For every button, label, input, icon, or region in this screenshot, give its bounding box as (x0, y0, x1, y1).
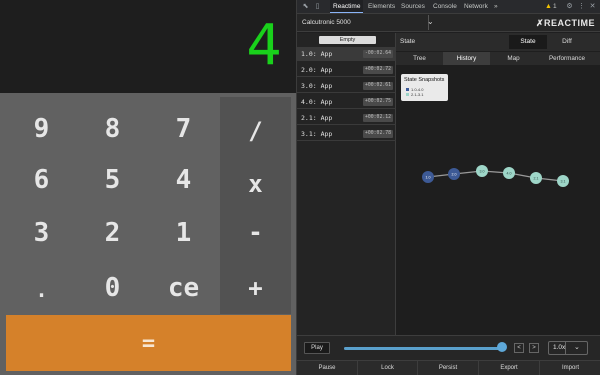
calculator-display: 4 (0, 0, 296, 93)
history-node[interactable]: 3.0 (476, 165, 488, 177)
pause-button[interactable]: Pause (297, 361, 358, 375)
history-node-label: 1.0 (426, 176, 431, 180)
snapshot-row[interactable]: 1.0: App -00:02.64 (297, 47, 396, 61)
slider-handle[interactable] (497, 342, 507, 352)
state-view-button[interactable]: State (509, 35, 547, 49)
legend-swatch (406, 93, 409, 96)
more-options-icon[interactable]: ⋮ (577, 2, 586, 11)
time-travel-bar: Play < > 1.0x ⌄ (297, 335, 600, 360)
key-0[interactable]: 0 (77, 252, 148, 324)
devtools-tab-bar: ⬉ ▯ Reactime Elements Sources Console Ne… (297, 0, 600, 14)
subtab-map[interactable]: Map (490, 52, 537, 65)
action-bar: Pause Lock Persist Export Import (297, 360, 600, 375)
settings-gear-icon[interactable]: ⚙ (565, 2, 574, 11)
chevron-down-icon[interactable]: ⌄ (574, 342, 580, 354)
tab-network[interactable]: Network (461, 0, 491, 13)
legend-label: 2.1-3.1 (411, 92, 424, 97)
snapshot-label: 1.0: App (301, 50, 333, 58)
snapshot-time: +00:02.61 (363, 82, 393, 90)
subtab-history[interactable]: History (443, 52, 490, 65)
snapshot-label: 3.1: App (301, 130, 333, 138)
snapshot-label: 2.1: App (301, 114, 333, 122)
snapshot-row[interactable]: 2.0: App +00:02.72 (297, 63, 396, 77)
state-snapshots-legend: State Snapshots 1.0-4.0 2.1-3.1 (401, 74, 448, 101)
legend-title: State Snapshots (404, 77, 445, 83)
history-node[interactable]: 3.1 (557, 175, 569, 187)
snapshot-label: 3.0: App (301, 82, 333, 90)
tab-reactime[interactable]: Reactime (330, 0, 364, 13)
snapshot-row[interactable]: 4.0: App +00:02.75 (297, 95, 396, 109)
snapshot-time: +00:02.78 (363, 130, 393, 138)
snapshot-time: +00:02.72 (363, 66, 393, 74)
app-select[interactable]: Calcutronic 5000 (301, 16, 441, 30)
persist-button[interactable]: Persist (418, 361, 479, 375)
snapshot-row[interactable]: 3.1: App +00:02.78 (297, 127, 396, 141)
more-tabs-button[interactable]: » (491, 0, 501, 13)
tab-elements[interactable]: Elements (365, 0, 398, 13)
history-graph: 1.0 2.0 3.0 4.0 2.1 3.1 (422, 165, 569, 187)
display-value: 4 (246, 13, 282, 78)
empty-button[interactable]: Empty (319, 36, 376, 44)
key-equals[interactable]: = (6, 315, 291, 371)
key-divide[interactable]: / (220, 97, 291, 165)
state-panel: State State Diff Tree History Map Perfor… (396, 33, 600, 335)
devtools-panel: ⬉ ▯ Reactime Elements Sources Console Ne… (296, 0, 600, 375)
key-multiply[interactable]: x (220, 165, 291, 202)
snapshot-list: Empty 1.0: App -00:02.64 2.0: App +00:02… (297, 33, 396, 335)
history-node-label: 2.1 (534, 177, 539, 181)
key-plus[interactable]: + (220, 262, 291, 314)
close-icon[interactable]: ✕ (588, 2, 597, 11)
state-title: State (400, 38, 416, 45)
history-node-label: 3.1 (561, 180, 566, 184)
snapshot-time: +00:02.75 (363, 98, 393, 106)
subtab-performance[interactable]: Performance (537, 52, 597, 65)
subtab-tree[interactable]: Tree (396, 52, 443, 65)
speed-divider (565, 342, 566, 354)
previous-step-button[interactable]: < (514, 343, 524, 353)
snapshot-row[interactable]: 2.1: App +00:02.12 (297, 111, 396, 125)
inspect-icon[interactable]: ⬉ (301, 2, 310, 11)
history-node[interactable]: 1.0 (422, 171, 434, 183)
lock-button[interactable]: Lock (358, 361, 418, 375)
reactime-header: Calcutronic 5000 ⌄ ✗REACTIME (297, 14, 600, 32)
snapshot-label: 4.0: App (301, 98, 333, 106)
logo-text: REACTIME (544, 18, 595, 28)
key-minus[interactable]: - (220, 202, 291, 262)
next-step-button[interactable]: > (529, 343, 539, 353)
history-node-label: 2.0 (452, 173, 457, 177)
logo-mark-icon: ✗ (535, 18, 544, 28)
history-node[interactable]: 2.0 (448, 168, 460, 180)
import-button[interactable]: Import (540, 361, 600, 375)
speed-select[interactable]: 1.0x (548, 341, 588, 355)
key-clear[interactable]: ce (148, 252, 219, 324)
device-toolbar-icon[interactable]: ▯ (313, 2, 322, 11)
export-button[interactable]: Export (479, 361, 540, 375)
state-bar: State State Diff (396, 33, 600, 51)
tab-console[interactable]: Console (430, 0, 460, 13)
state-subtabs: Tree History Map Performance (396, 52, 600, 65)
reactime-panel: Calcutronic 5000 ⌄ ✗REACTIME Empty 1.0: … (297, 14, 600, 375)
diff-view-button[interactable]: Diff (548, 35, 586, 49)
screen: 4 9 8 7 / 6 5 4 x 3 2 1 - . 0 ce + = ⬉ ▯… (0, 0, 600, 375)
snapshot-time: +00:02.12 (363, 114, 393, 122)
tab-sources[interactable]: Sources (398, 0, 428, 13)
legend-item: 2.1-3.1 (406, 92, 423, 97)
play-button[interactable]: Play (304, 342, 330, 354)
chevron-down-icon[interactable]: ⌄ (427, 17, 434, 27)
history-node[interactable]: 4.0 (503, 167, 515, 179)
time-slider[interactable] (344, 347, 502, 350)
snapshot-row[interactable]: 3.0: App +00:02.61 (297, 79, 396, 93)
legend-swatch (406, 88, 409, 91)
warning-count: 1 (553, 3, 557, 10)
history-node-label: 3.0 (480, 170, 485, 174)
slider-fill (344, 347, 502, 350)
history-node-label: 4.0 (507, 172, 512, 176)
snapshot-label: 2.0: App (301, 66, 333, 74)
reactime-logo: ✗REACTIME (536, 17, 595, 29)
calculator-app: 4 9 8 7 / 6 5 4 x 3 2 1 - . 0 ce + = (0, 0, 296, 375)
history-node[interactable]: 2.1 (530, 172, 542, 184)
snapshot-time: -00:02.64 (363, 50, 393, 58)
